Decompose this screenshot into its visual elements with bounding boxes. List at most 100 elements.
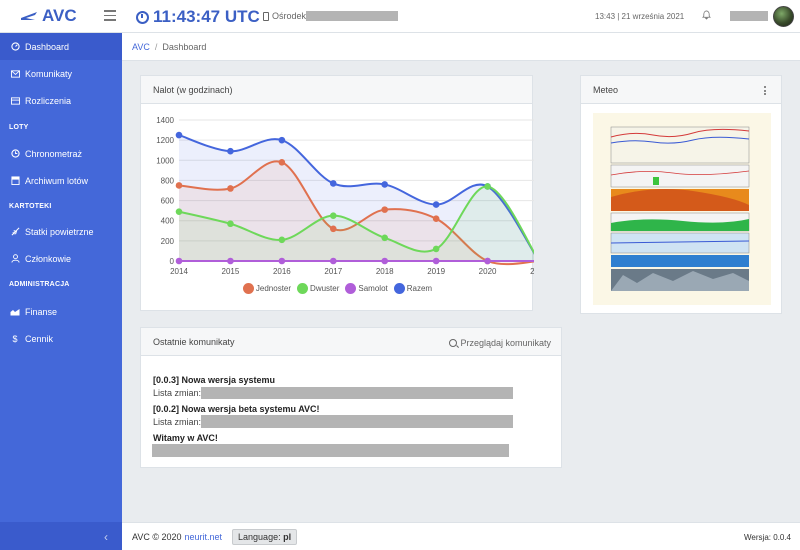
redacted-message-text [201,415,514,428]
data-point-dwuster [381,234,389,242]
message-title[interactable]: [0.0.3] Nowa wersja systemu [153,375,275,385]
clock-icon [10,149,20,159]
breadcrumb-separator: / [154,41,158,52]
bell-icon[interactable] [702,10,711,20]
sidebar-item-label: Dashboard [25,41,70,52]
footer-link[interactable]: neurit.net [185,532,223,542]
browse-messages-link[interactable]: Przeglądaj komunikaty [449,338,551,348]
y-tick-label: 800 [161,176,175,185]
legend-label: Dwuster [310,284,340,293]
redacted-center-name [306,11,399,21]
legend-swatch [242,283,254,294]
footer: AVC © 2020 neurit.net Language: pl Wersj… [122,522,800,550]
archive-icon [10,176,20,186]
gauge-icon [10,42,20,52]
top-bar: AVC 11:43:47 UTC Ośrodek 13:43 | 21 wrze… [0,0,800,33]
sidebar-item-label: Komunikaty [25,68,73,79]
sidebar-item-finanse[interactable]: Finanse [0,298,122,325]
meteo-title: Meteo [593,84,619,95]
flight-hours-chart: 0 200 400 600 800 1000 1200 1400 2014 2015 2016 201… [156,116,534,276]
search-icon [449,339,458,347]
message-text-label: Lista zmian: [153,388,202,398]
data-point-jednoster [432,215,440,222]
clock-time: 11:43:47 UTC [153,7,260,26]
data-point-dwuster [278,236,286,244]
sidebar-item-archiwum[interactable]: Archiwum lotów [0,167,122,194]
x-tick-label: 2015 [222,267,240,276]
x-tick-label: 2017 [324,267,342,276]
data-point-razem [381,181,389,188]
kebab-menu-icon[interactable] [764,86,767,97]
sidebar-item-komunikaty[interactable]: Komunikaty [0,60,122,87]
redacted-user-name[interactable] [730,11,768,21]
sidebar-item-label: Członkowie [25,253,72,264]
data-point-jednoster [329,225,337,233]
data-point-razem [278,136,286,144]
message-text-label: Lista zmian: [153,416,202,427]
legend-swatch [393,283,405,294]
sidebar-collapse-bar[interactable]: ‹ [0,522,122,550]
meteo-card-header: Meteo [581,76,781,104]
message-title[interactable]: Witamy w AVC! [153,433,218,443]
sidebar-item-rozliczenia[interactable]: Rozliczenia [0,87,122,114]
x-tick-label: 2018 [376,267,394,276]
data-point-dwuster [175,208,183,215]
chart-legend: Jednoster Dwuster Samolot Razem [141,283,534,294]
sidebar: Dashboard Komunikaty Rozliczenia LOTY Ch… [0,33,122,550]
utc-clock: 11:43:47 UTC [136,7,260,27]
legend-swatch [345,283,357,294]
app-name: AVC [42,6,77,25]
y-tick-label: 1200 [156,136,174,145]
user-icon [10,254,20,264]
data-point-jednoster [227,185,234,192]
legend-item-razem[interactable]: Razem [393,283,432,294]
chart-area-icon [10,307,20,317]
center-selector[interactable]: Ośrodek [263,11,399,21]
flight-hours-card: Nalot (w godzinach) 0 200 400 600 800 1000 120… [140,75,534,311]
meteo-card: Meteo [580,75,782,314]
meteogram-image [593,113,771,305]
messages-title: Ostatnie komunikaty [153,336,235,347]
sidebar-item-label: Statki powietrzne [25,226,94,237]
sidebar-item-label: Rozliczenia [25,95,72,106]
legend-item-samolot[interactable]: Samolot [345,283,388,294]
breadcrumb-current: Dashboard [162,41,207,52]
phone-icon [263,11,269,21]
data-point-jednoster [175,182,183,189]
message-title[interactable]: [0.0.2] Nowa wersja beta systemu AVC! [153,404,320,414]
messages-card-header: Ostatnie komunikaty Przeglądaj komunikat… [141,328,561,356]
x-tick-label: 2021 [530,267,534,276]
sidebar-item-statki[interactable]: Statki powietrzne [0,218,122,245]
legend-item-dwuster[interactable]: Dwuster [297,283,339,294]
y-tick-label: 600 [161,197,175,206]
data-point-samolot [432,257,440,265]
redacted-message-text [201,387,514,399]
data-point-razem [227,147,234,155]
local-datetime: 13:43 | 21 września 2021 [595,12,685,21]
clock-icon [136,10,149,24]
menu-toggle-icon[interactable] [104,10,116,22]
data-point-jednoster [381,206,389,213]
legend-item-jednoster[interactable]: Jednoster [242,283,291,294]
legend-swatch [297,283,309,294]
message-text: Lista zmian: [153,415,514,428]
x-tick-label: 2014 [170,267,188,276]
data-point-dwuster [329,212,337,219]
sidebar-item-dashboard[interactable]: Dashboard [0,33,122,60]
data-point-samolot [227,257,234,265]
credit-card-icon [10,96,20,106]
y-tick-label: 1400 [156,116,174,125]
sidebar-item-chronometraz[interactable]: Chronometraż [0,140,122,167]
app-logo[interactable]: AVC [20,6,77,26]
data-point-razem [329,180,337,187]
sidebar-item-label: Cennik [25,333,54,344]
breadcrumb-root[interactable]: AVC [132,42,150,52]
sidebar-item-cennik[interactable]: $ Cennik [0,325,122,352]
avatar[interactable] [773,6,794,27]
chevron-left-icon[interactable]: ‹ [104,530,108,544]
language-button[interactable]: Language: pl [232,528,298,545]
data-point-razem [432,201,440,208]
redacted-message-text [152,444,509,457]
sidebar-item-czlonkowie[interactable]: Członkowie [0,245,122,272]
sidebar-item-label: Chronometraż [25,148,83,159]
